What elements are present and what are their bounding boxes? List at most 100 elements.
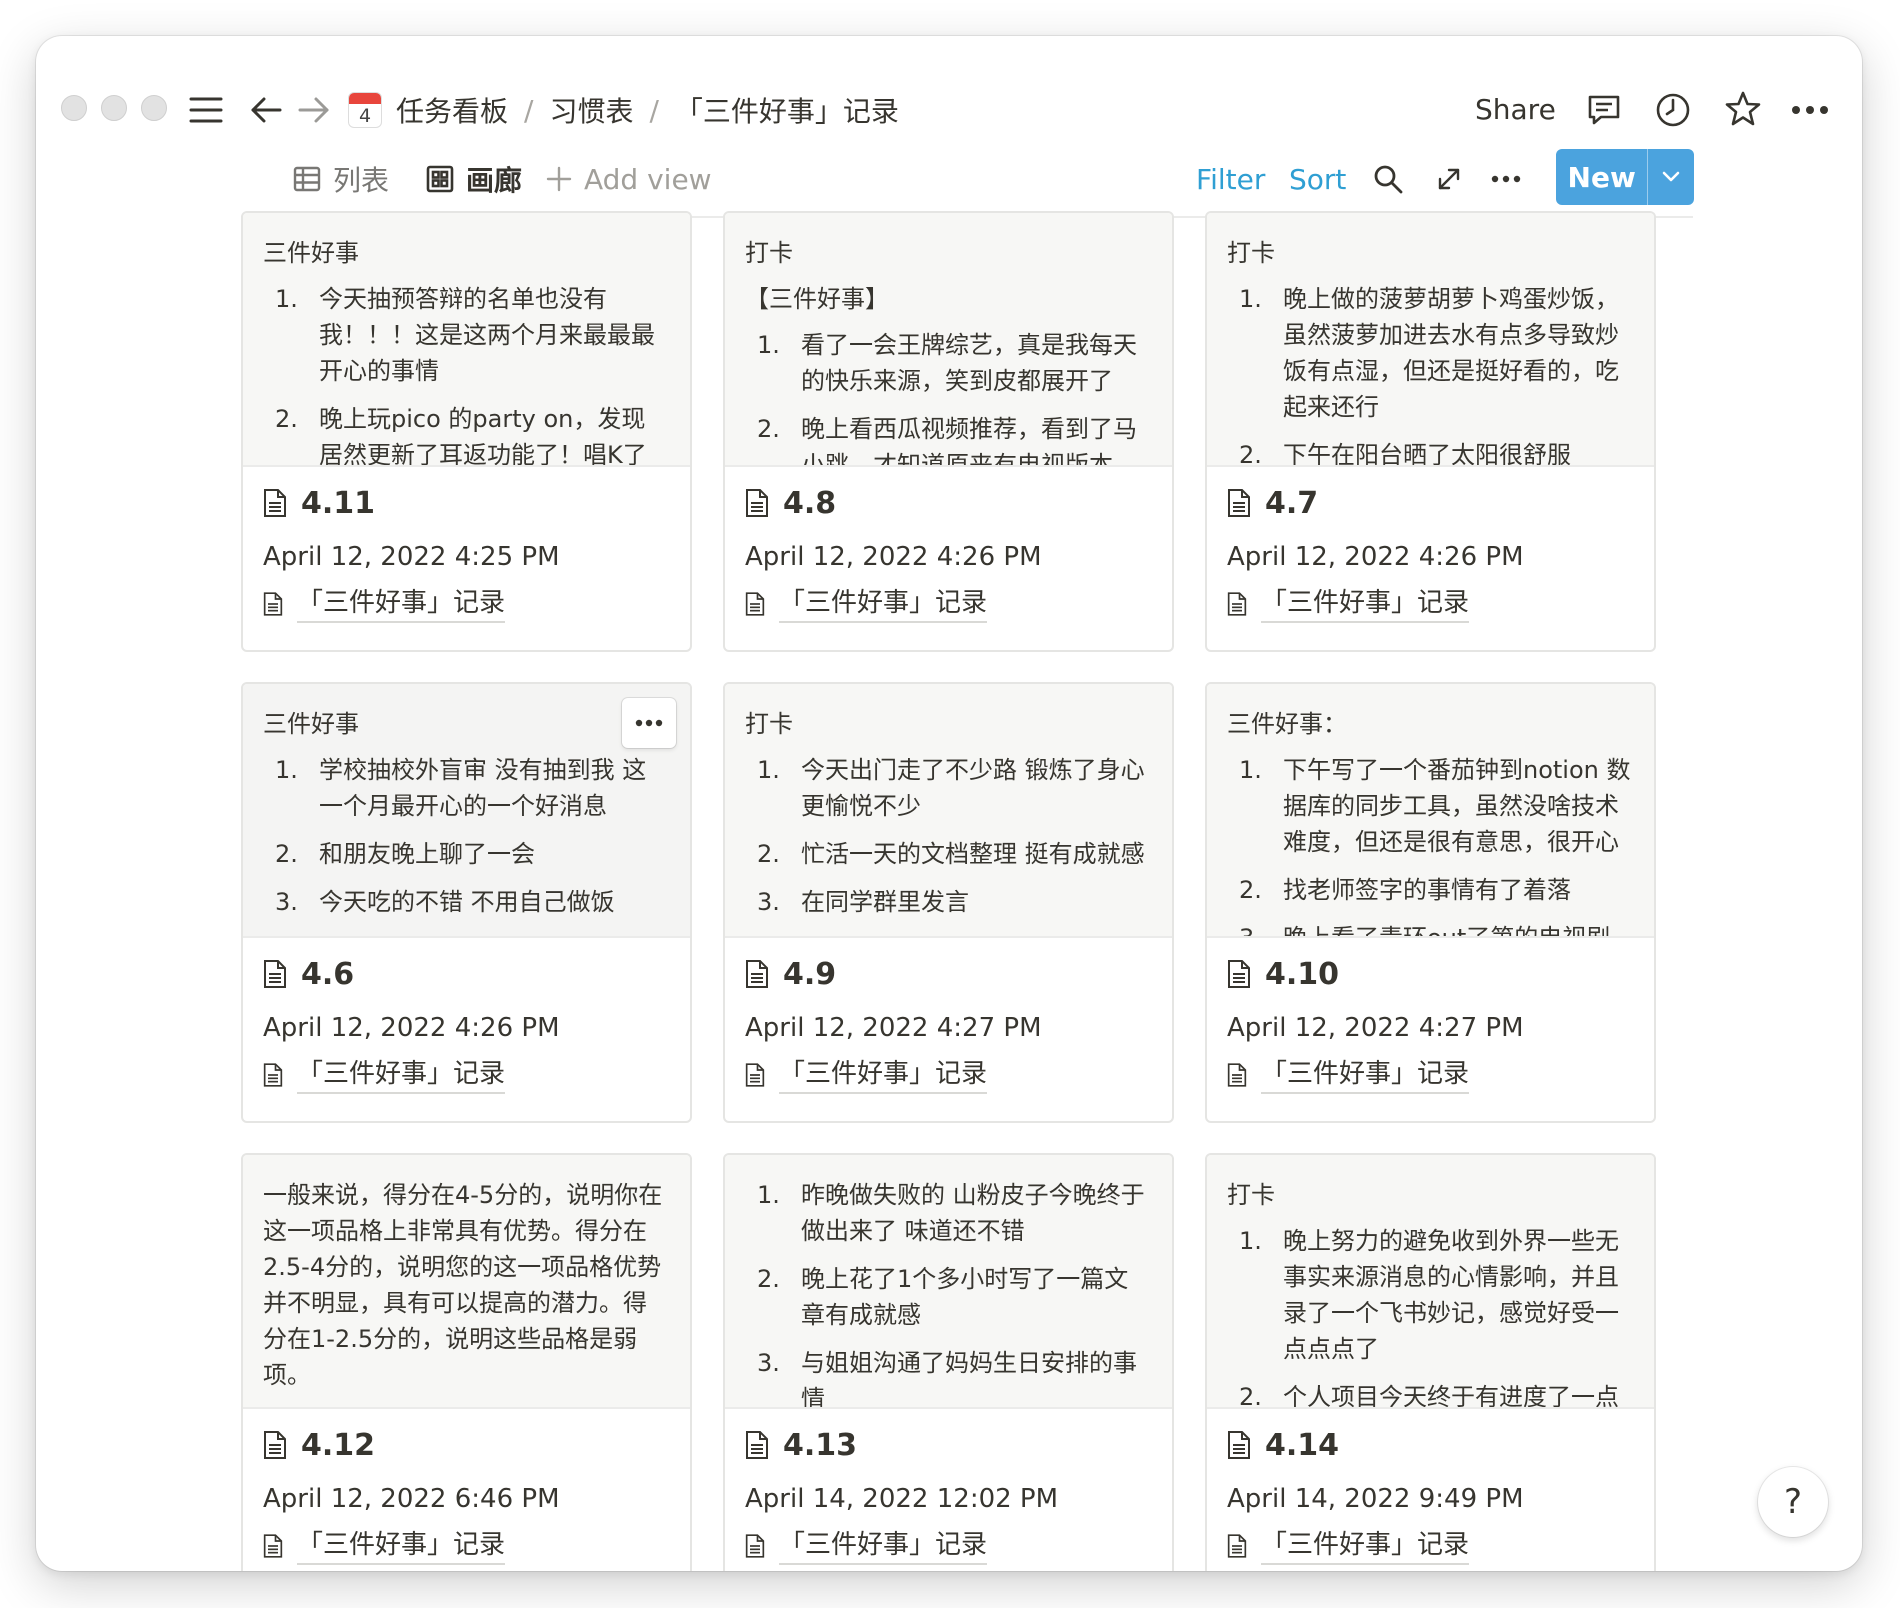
list-number: 1.	[757, 1181, 780, 1209]
window-minimize-button[interactable]	[101, 95, 127, 121]
page-icon	[745, 591, 765, 617]
card-relation[interactable]: 「三件好事」记录	[745, 1054, 988, 1096]
relation-link[interactable]: 「三件好事」记录	[297, 585, 506, 623]
breadcrumb-item-current-page[interactable]: 「三件好事」记录	[669, 90, 905, 130]
card-relation[interactable]: 「三件好事」记录	[745, 1525, 988, 1567]
card-preview: 1. 昨晚做失败的 山粉皮子今晚终于做出来了 味道还不错 2. 晚上花了1个多小时写了…	[725, 1155, 1172, 1409]
window-close-button[interactable]	[61, 95, 87, 121]
page-icon	[263, 959, 287, 989]
card-created-date: April 14, 2022 9:49 PM	[1227, 1484, 1524, 1514]
preview-list-item: 2. 和朋友晚上聊了一会	[263, 836, 668, 872]
gallery-card[interactable]: 三件好事： 1. 下午写了一个番茄钟到notion 数据库的同步工具，虽然没啥技术难…	[1205, 682, 1656, 1123]
card-title: 4.8	[745, 481, 836, 525]
card-preview: 三件好事： 1. 下午写了一个番茄钟到notion 数据库的同步工具，虽然没啥技术难…	[1207, 684, 1654, 938]
back-arrow-icon[interactable]	[246, 90, 286, 130]
card-more-button[interactable]	[622, 698, 676, 748]
tab-gallery-label: 画廊	[466, 164, 523, 197]
preview-paragraph: 【三件好事】	[745, 285, 889, 313]
relation-link[interactable]: 「三件好事」记录	[779, 1056, 988, 1094]
new-button[interactable]: New	[1556, 149, 1647, 205]
list-number: 3.	[757, 888, 780, 916]
table-icon	[293, 165, 321, 193]
gallery-card[interactable]: 1. 昨晚做失败的 山粉皮子今晚终于做出来了 味道还不错 2. 晚上花了1个多小时写了…	[723, 1153, 1174, 1571]
add-view-label: Add view	[584, 162, 712, 196]
share-button[interactable]: Share	[1475, 86, 1556, 134]
preview-list-item: 1. 今天抽预答辩的名单也没有我！！！这是这两个月来最最最开心的事情	[263, 281, 668, 389]
breadcrumb-item-habit-table[interactable]: 习惯表	[543, 90, 639, 130]
relation-link[interactable]: 「三件好事」记录	[1261, 1527, 1470, 1565]
card-created-date: April 12, 2022 4:25 PM	[263, 542, 560, 572]
gallery-icon	[426, 165, 454, 193]
preview-list-item: 2. 个人项目今天终于有进度了一点	[1227, 1379, 1632, 1407]
preview-list-item: 1. 昨晚做失败的 山粉皮子今晚终于做出来了 味道还不错	[745, 1177, 1150, 1249]
list-text: 晚上看西瓜视频推荐，看到了马小跳，才知道原来有电视版本	[801, 415, 1137, 467]
list-number: 1.	[275, 285, 298, 313]
comment-icon[interactable]	[1582, 88, 1626, 132]
preview-heading: 三件好事：	[1227, 710, 1347, 738]
card-relation[interactable]: 「三件好事」记录	[1227, 1054, 1470, 1096]
plus-icon	[546, 166, 572, 192]
add-view-button[interactable]: Add view	[546, 144, 712, 214]
new-dropdown-chevron-icon[interactable]	[1647, 149, 1694, 205]
breadcrumb: 4 任务看板 / 习惯表 / 「三件好事」记录	[348, 86, 905, 134]
relation-link[interactable]: 「三件好事」记录	[297, 1527, 506, 1565]
gallery-card[interactable]: 三件好事 1. 今天抽预答辩的名单也没有我！！！这是这两个月来最最最开心的事情 2. 晚…	[241, 211, 692, 652]
search-icon[interactable]	[1373, 144, 1403, 214]
preview-heading: 三件好事	[263, 710, 359, 738]
menu-icon[interactable]	[186, 90, 226, 130]
gallery-card[interactable]: 打卡 1. 晚上做的菠萝胡萝卜鸡蛋炒饭，虽然菠萝加进去水有点多导致炒饭有点湿，但还是…	[1205, 211, 1656, 652]
forward-arrow-icon[interactable]	[294, 90, 334, 130]
star-icon[interactable]	[1721, 87, 1765, 131]
relation-link[interactable]: 「三件好事」记录	[779, 585, 988, 623]
relation-link[interactable]: 「三件好事」记录	[1261, 585, 1470, 623]
more-icon[interactable]	[1788, 88, 1832, 132]
preview-list-item: 2. 忙活一天的文档整理 挺有成就感	[745, 836, 1150, 872]
preview-list-item: 3. 与姐姐沟通了妈妈生日安排的事情	[745, 1345, 1150, 1407]
card-relation[interactable]: 「三件好事」记录	[263, 1054, 506, 1096]
page-icon	[263, 1533, 283, 1559]
list-number: 1.	[275, 756, 298, 784]
more-options-icon[interactable]	[1491, 144, 1521, 214]
list-text: 看了一会王牌综艺，真是我每天的快乐来源，笑到皮都展开了	[801, 331, 1137, 395]
help-button[interactable]: ?	[1758, 1467, 1828, 1537]
page-icon	[263, 1062, 283, 1088]
card-relation[interactable]: 「三件好事」记录	[263, 1525, 506, 1567]
filter-button[interactable]: Filter	[1196, 144, 1265, 214]
expand-icon[interactable]	[1436, 144, 1462, 214]
sort-button[interactable]: Sort	[1289, 144, 1346, 214]
list-number: 2.	[1239, 876, 1262, 904]
list-text: 找老师签字的事情有了着落	[1283, 876, 1571, 904]
relation-link[interactable]: 「三件好事」记录	[1261, 1056, 1470, 1094]
card-title-text: 4.13	[783, 1427, 858, 1463]
list-text: 下午写了一个番茄钟到notion 数据库的同步工具，虽然没啥技术难度，但还是很有…	[1283, 756, 1631, 856]
tab-list-view[interactable]: 列表	[293, 144, 389, 214]
page-icon	[1227, 488, 1251, 518]
gallery-card[interactable]: 三件好事 1. 学校抽校外盲审 没有抽到我 这一个月最开心的一个好消息 2. 和朋友晚上…	[241, 682, 692, 1123]
list-text: 今天吃的不错 不用自己做饭	[319, 888, 615, 916]
gallery-card[interactable]: 打卡 【三件好事】 1. 看了一会王牌综艺，真是我每天的快乐来源，笑到皮都展开了 2. 晚…	[723, 211, 1174, 652]
page-icon	[745, 1062, 765, 1088]
window-zoom-button[interactable]	[141, 95, 167, 121]
relation-link[interactable]: 「三件好事」记录	[297, 1056, 506, 1094]
gallery-card[interactable]: 打卡 1. 晚上努力的避免收到外界一些无事实来源消息的心情影响，并且录了一个飞书妙记…	[1205, 1153, 1656, 1571]
card-title: 4.13	[745, 1423, 857, 1467]
page-icon	[1227, 1062, 1247, 1088]
card-relation[interactable]: 「三件好事」记录	[1227, 1525, 1470, 1567]
page-icon	[745, 488, 769, 518]
card-relation[interactable]: 「三件好事」记录	[263, 583, 506, 625]
card-relation[interactable]: 「三件好事」记录	[1227, 583, 1470, 625]
list-number: 1.	[1239, 285, 1262, 313]
clock-icon[interactable]	[1651, 88, 1695, 132]
gallery-card[interactable]: 打卡 1. 今天出门走了不少路 锻炼了身心更愉悦不少 2. 忙活一天的文档整理 挺有成就…	[723, 682, 1174, 1123]
card-preview: 打卡 【三件好事】 1. 看了一会王牌综艺，真是我每天的快乐来源，笑到皮都展开了 2. 晚…	[725, 213, 1172, 467]
card-title: 4.12	[263, 1423, 375, 1467]
list-number: 1.	[757, 756, 780, 784]
page-icon	[745, 959, 769, 989]
card-relation[interactable]: 「三件好事」记录	[745, 583, 988, 625]
relation-link[interactable]: 「三件好事」记录	[779, 1527, 988, 1565]
gallery-card[interactable]: 一般来说，得分在4-5分的，说明你在这一项品格上非常具有优势。得分在2.5-4分…	[241, 1153, 692, 1571]
list-number: 1.	[757, 331, 780, 359]
breadcrumb-item-task-board[interactable]: 任务看板	[390, 90, 514, 130]
tab-gallery-view[interactable]: 画廊	[406, 144, 534, 216]
list-number: 3.	[1239, 924, 1262, 938]
